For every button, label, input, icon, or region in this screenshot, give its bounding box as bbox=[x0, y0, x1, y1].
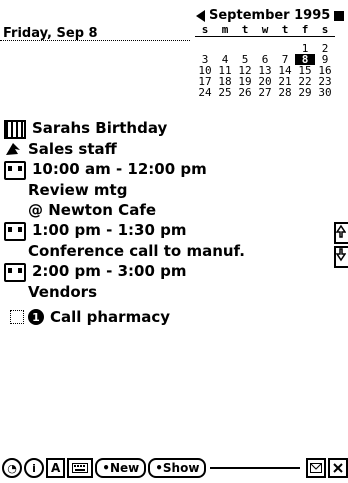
month-label: September 1995 bbox=[209, 8, 331, 23]
weekday-header: w bbox=[261, 23, 269, 36]
keyboard-icon[interactable] bbox=[67, 458, 94, 478]
calendar-day[interactable]: 29 bbox=[295, 87, 315, 98]
calendar-day[interactable]: 26 bbox=[235, 87, 255, 98]
scroll-down-icon[interactable] bbox=[334, 246, 348, 268]
agenda-item-staff[interactable]: Sales staff bbox=[4, 139, 344, 159]
calendar-week-row: 24 25 26 27 28 29 30 bbox=[195, 87, 335, 98]
meeting-time: 2:00 pm - 3:00 pm bbox=[32, 262, 187, 280]
todo-label: Call pharmacy bbox=[50, 308, 170, 326]
calendar-day[interactable]: 24 bbox=[195, 87, 215, 98]
calendar-screen: Friday, Sep 8 September 1995 s m t w t f… bbox=[0, 0, 348, 483]
info-button[interactable]: i bbox=[24, 458, 44, 478]
a-button[interactable]: A bbox=[46, 458, 66, 478]
mini-calendar: s m t w t f s 1 2 3 4 5 6 7 8 9 10 11 12… bbox=[195, 24, 335, 98]
event-flag-icon bbox=[4, 141, 22, 156]
show-button[interactable]: •Show bbox=[148, 458, 207, 478]
agenda-item-meeting-2[interactable]: 1:00 pm - 1:30 pm bbox=[4, 220, 344, 241]
weekday-header-row: s m t w t f s bbox=[195, 24, 335, 37]
up-arrow-glyph-icon bbox=[336, 224, 346, 238]
priority-badge: 1 bbox=[28, 309, 44, 325]
clock-icon[interactable]: ◔ bbox=[2, 458, 22, 478]
agenda-item-meeting-1[interactable]: 10:00 am - 12:00 pm bbox=[4, 159, 344, 180]
scroll-up-icon[interactable] bbox=[334, 222, 348, 244]
meeting-location: @ Newton Cafe bbox=[28, 201, 157, 219]
calendar-day[interactable]: 30 bbox=[315, 87, 335, 98]
meeting-title: Conference call to manuf. bbox=[28, 242, 245, 260]
weekday-header: s bbox=[201, 23, 209, 36]
calendar-day[interactable]: 27 bbox=[255, 87, 275, 98]
meeting-icon bbox=[4, 263, 26, 282]
toolbar-divider bbox=[210, 467, 300, 469]
toolbar-right-icons bbox=[304, 458, 348, 478]
meeting-title: Vendors bbox=[28, 283, 98, 301]
down-arrow-glyph-icon bbox=[336, 248, 346, 262]
weekday-header: s bbox=[321, 23, 329, 36]
calendar-day[interactable]: 25 bbox=[215, 87, 235, 98]
weekday-header: t bbox=[241, 23, 249, 36]
meeting-time: 1:00 pm - 1:30 pm bbox=[32, 221, 187, 239]
weekday-header: t bbox=[281, 23, 289, 36]
next-month-arrow-icon[interactable] bbox=[334, 10, 345, 21]
envelope-icon[interactable] bbox=[306, 458, 326, 478]
bottom-toolbar: ◔ i A •New •Show bbox=[0, 456, 348, 480]
close-icon[interactable] bbox=[328, 458, 348, 478]
agenda-item-birthday[interactable]: Sarahs Birthday bbox=[4, 118, 344, 139]
birthday-calendar-icon bbox=[4, 120, 26, 139]
meeting-title: Review mtg bbox=[28, 181, 128, 199]
meeting-icon bbox=[4, 222, 26, 241]
weekday-header: f bbox=[301, 23, 309, 36]
agenda-item-label: Sales staff bbox=[28, 140, 117, 158]
header-divider bbox=[0, 40, 190, 41]
keyboard-glyph-icon bbox=[72, 463, 89, 473]
agenda-item-label: Sarahs Birthday bbox=[32, 119, 168, 137]
agenda-list: Sarahs Birthday Sales staff 10:00 am - 1… bbox=[4, 118, 344, 326]
todo-item[interactable]: 1 Call pharmacy bbox=[4, 308, 344, 326]
weekday-header: m bbox=[221, 23, 229, 36]
date-label: Friday, Sep 8 bbox=[3, 26, 98, 41]
agenda-item-meeting-3[interactable]: 2:00 pm - 3:00 pm bbox=[4, 261, 344, 282]
scroll-arrows bbox=[334, 222, 348, 270]
todo-checkbox[interactable] bbox=[10, 310, 24, 324]
meeting-time: 10:00 am - 12:00 pm bbox=[32, 160, 207, 178]
envelope-glyph-icon bbox=[310, 463, 322, 473]
prev-month-arrow-icon[interactable] bbox=[196, 9, 205, 22]
month-navigation: September 1995 bbox=[196, 8, 345, 23]
flag-glyph-icon bbox=[6, 143, 20, 155]
new-button[interactable]: •New bbox=[95, 458, 147, 478]
x-glyph-icon bbox=[333, 463, 343, 473]
calendar-day[interactable]: 28 bbox=[275, 87, 295, 98]
meeting-icon bbox=[4, 161, 26, 180]
